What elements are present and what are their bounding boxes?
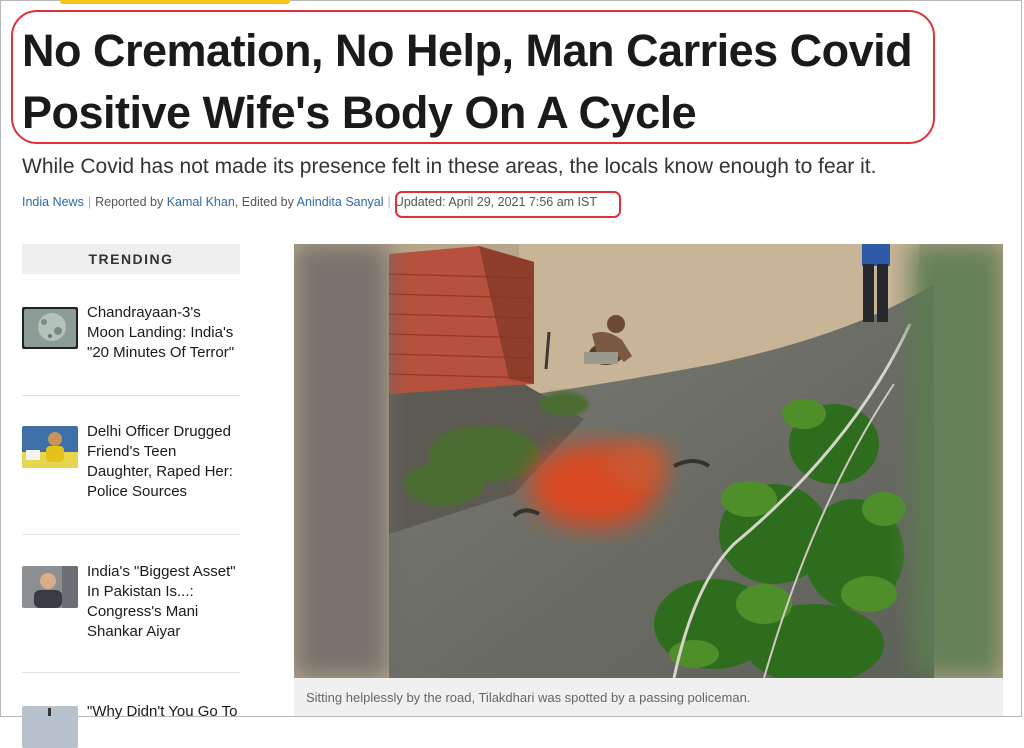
trending-item-title[interactable]: "Why Didn't You Go To: [87, 702, 242, 722]
article-subheadline: While Covid has not made its presence fe…: [22, 155, 877, 178]
photo-caption: Sitting helplessly by the road, Tilakdha…: [306, 690, 751, 705]
reporter-link[interactable]: Kamal Khan: [167, 195, 235, 209]
byline-separator: |: [387, 195, 391, 209]
trending-divider: [22, 672, 240, 673]
trending-item-title[interactable]: Chandrayaan-3's Moon Landing: India's "2…: [87, 303, 242, 363]
category-link[interactable]: India News: [22, 195, 84, 209]
trending-thumbnail[interactable]: [22, 426, 78, 468]
editor-link[interactable]: Anindita Sanyal: [297, 195, 384, 209]
trending-thumbnail[interactable]: [22, 706, 78, 748]
trending-thumbnail[interactable]: [22, 566, 78, 608]
trending-divider: [22, 534, 240, 535]
trending-heading: TRENDING: [22, 244, 240, 274]
trending-thumbnail[interactable]: [22, 307, 78, 349]
trending-item-title[interactable]: India's "Biggest Asset" In Pakistan Is..…: [87, 562, 242, 642]
reported-prefix: Reported by: [95, 195, 164, 209]
brick-stack: [388, 246, 534, 394]
article-photo[interactable]: [294, 244, 1003, 678]
updated-highlight-annotation: [395, 191, 621, 218]
headline-highlight-annotation: [11, 10, 935, 144]
trending-item-title[interactable]: Delhi Officer Drugged Friend's Teen Daug…: [87, 422, 242, 502]
blurred-left-edge: [294, 244, 389, 678]
blurred-right-edge: [910, 244, 1003, 678]
top-accent-bar: [60, 0, 290, 4]
edited-prefix: , Edited by: [234, 195, 294, 209]
trending-divider: [22, 395, 240, 396]
byline-separator: |: [87, 195, 92, 209]
